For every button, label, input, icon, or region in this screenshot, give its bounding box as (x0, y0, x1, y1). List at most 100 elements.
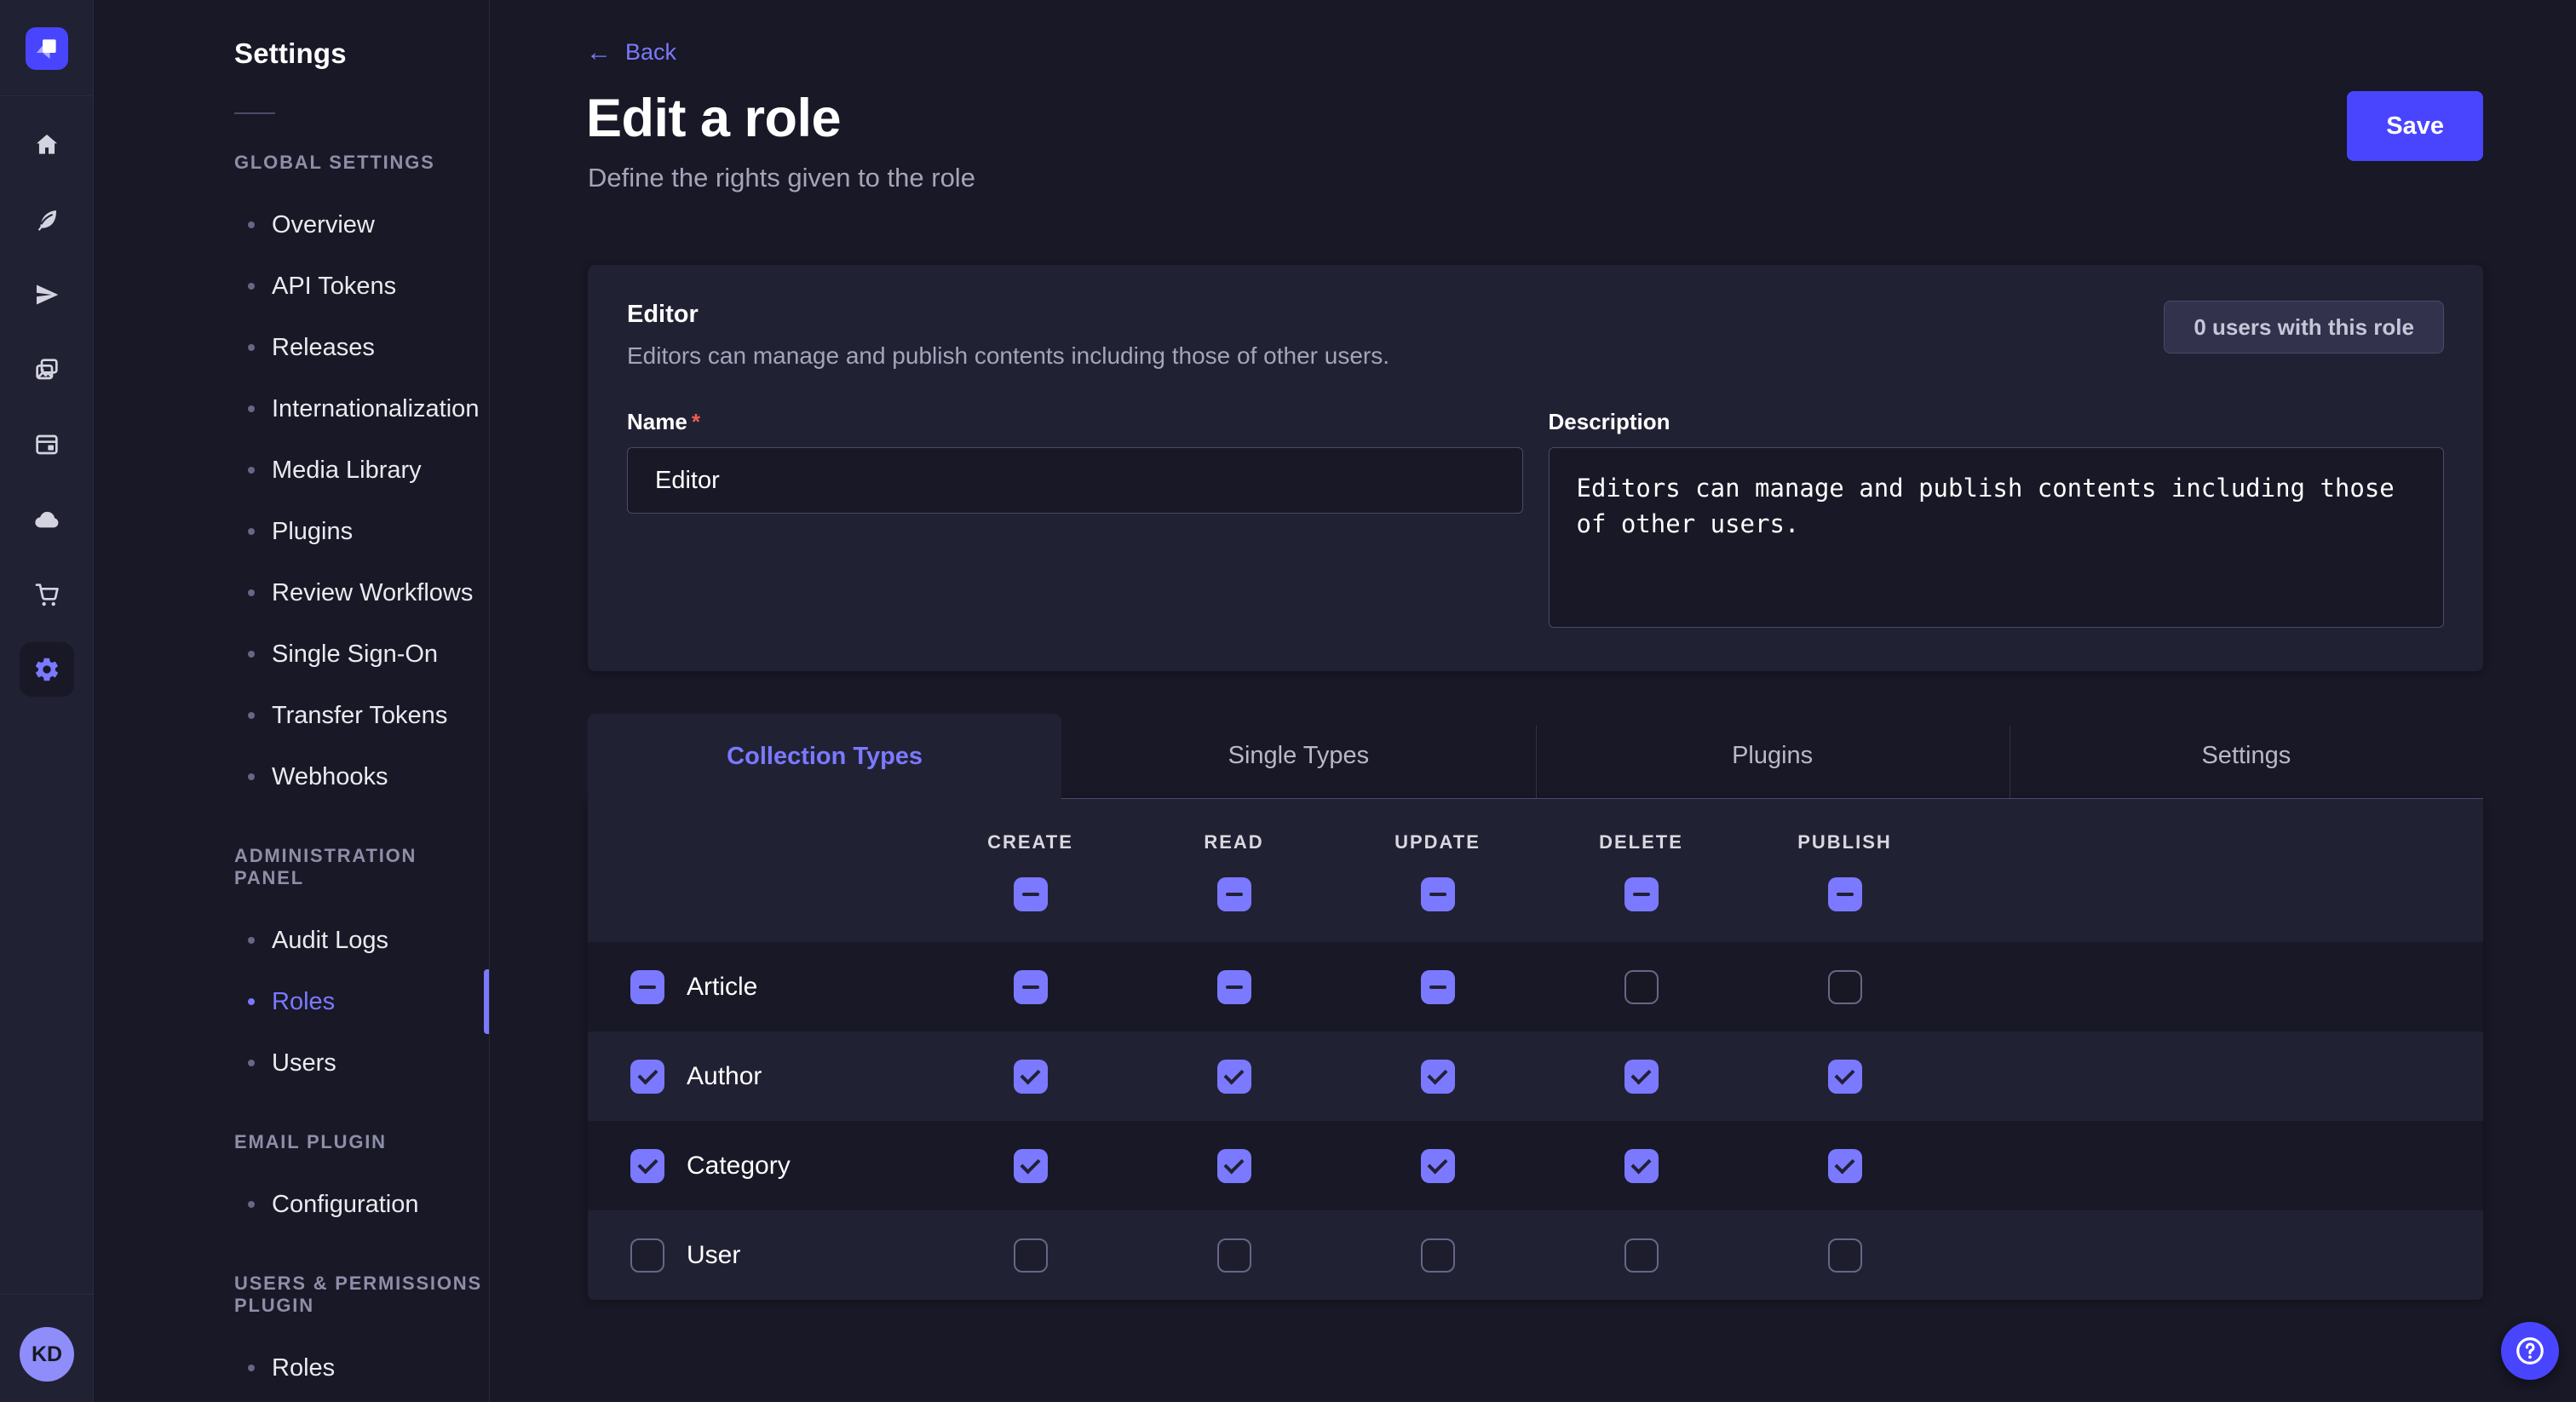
category-create-checkbox[interactable] (1014, 1149, 1048, 1183)
page-subtitle: Define the rights given to the role (588, 163, 2576, 193)
sidebar-item-configuration[interactable]: Configuration (95, 1174, 489, 1235)
bullet-icon (248, 712, 255, 719)
article-read-checkbox[interactable] (1217, 970, 1251, 1004)
user-update-checkbox[interactable] (1421, 1238, 1455, 1273)
permissions-tab-bar: Collection Types Single Types Plugins Se… (588, 714, 2483, 799)
question-mark-icon (2514, 1335, 2546, 1367)
role-description-textarea[interactable]: Editors can manage and publish contents … (1549, 447, 2445, 628)
select-all-read-checkbox[interactable] (1217, 877, 1251, 911)
sidebar-item-api-tokens[interactable]: API Tokens (95, 256, 489, 317)
content-type-builder-feather-icon[interactable] (20, 192, 74, 247)
table-row-author: Author (588, 1031, 2483, 1121)
section-label-administration-panel: ADMINISTRATION PANEL (234, 845, 489, 889)
row-checkbox-user[interactable] (630, 1238, 664, 1273)
settings-gear-icon[interactable] (20, 642, 74, 697)
user-create-checkbox[interactable] (1014, 1238, 1048, 1273)
column-header-create: CREATE (987, 831, 1073, 853)
author-update-checkbox[interactable] (1421, 1060, 1455, 1094)
sidebar-item-up-roles[interactable]: Roles (95, 1337, 489, 1399)
author-create-checkbox[interactable] (1014, 1060, 1048, 1094)
sidebar-item-review-workflows[interactable]: Review Workflows (95, 562, 489, 623)
tab-collection-types[interactable]: Collection Types (588, 714, 1061, 799)
active-item-indicator (484, 969, 489, 1034)
user-delete-checkbox[interactable] (1624, 1238, 1659, 1273)
bullet-icon (248, 937, 255, 944)
sidebar-item-media-library[interactable]: Media Library (95, 440, 489, 501)
media-library-icon[interactable] (20, 342, 74, 397)
help-button[interactable] (2501, 1322, 2559, 1380)
sidebar-item-single-sign-on[interactable]: Single Sign-On (95, 623, 489, 685)
row-checkbox-category[interactable] (630, 1149, 664, 1183)
sidebar-item-releases[interactable]: Releases (95, 317, 489, 378)
row-label-author: Author (687, 1062, 762, 1091)
role-name-input[interactable] (627, 447, 1523, 514)
purchases-cart-icon[interactable] (20, 567, 74, 622)
select-all-delete-checkbox[interactable] (1624, 877, 1659, 911)
author-publish-checkbox[interactable] (1828, 1060, 1862, 1094)
sidebar-item-users[interactable]: Users (95, 1032, 489, 1094)
sidebar-item-audit-logs[interactable]: Audit Logs (95, 910, 489, 971)
sidebar-item-overview[interactable]: Overview (95, 194, 489, 256)
sidebar-item-providers[interactable]: Providers (95, 1399, 489, 1402)
sidebar-item-transfer-tokens[interactable]: Transfer Tokens (95, 685, 489, 746)
category-delete-checkbox[interactable] (1624, 1149, 1659, 1183)
user-publish-checkbox[interactable] (1828, 1238, 1862, 1273)
category-read-checkbox[interactable] (1217, 1149, 1251, 1183)
bullet-icon (248, 283, 255, 290)
deploy-send-icon[interactable] (20, 267, 74, 322)
save-button[interactable]: Save (2347, 91, 2483, 161)
page-title: Edit a role (586, 88, 2576, 149)
sidebar-title: Settings (234, 37, 489, 70)
role-name-heading: Editor (627, 301, 1389, 329)
tab-single-types[interactable]: Single Types (1061, 714, 1535, 799)
settings-sidebar: Settings GLOBAL SETTINGS Overview API To… (95, 0, 490, 1402)
tab-settings[interactable]: Settings (2010, 714, 2483, 799)
row-checkbox-author[interactable] (630, 1060, 664, 1094)
home-icon[interactable] (20, 118, 74, 172)
row-label-article: Article (687, 973, 757, 1002)
column-header-publish: PUBLISH (1797, 831, 1892, 853)
article-create-checkbox[interactable] (1014, 970, 1048, 1004)
category-publish-checkbox[interactable] (1828, 1149, 1862, 1183)
tab-plugins[interactable]: Plugins (1536, 714, 2010, 799)
select-all-create-checkbox[interactable] (1014, 877, 1048, 911)
bullet-icon (248, 528, 255, 535)
article-update-checkbox[interactable] (1421, 970, 1455, 1004)
bullet-icon (248, 467, 255, 474)
section-label-global-settings: GLOBAL SETTINGS (234, 152, 489, 174)
bullet-icon (248, 344, 255, 351)
table-row-article: Article (588, 942, 2483, 1031)
user-avatar[interactable]: KD (20, 1327, 74, 1382)
author-read-checkbox[interactable] (1217, 1060, 1251, 1094)
required-asterisk: * (692, 409, 700, 435)
category-update-checkbox[interactable] (1421, 1149, 1455, 1183)
description-field-label: Description (1549, 409, 1670, 435)
sidebar-item-roles-active[interactable]: Roles (95, 971, 489, 1032)
users-with-role-button[interactable]: 0 users with this role (2164, 301, 2444, 353)
cloud-icon[interactable] (20, 492, 74, 547)
bullet-icon (248, 405, 255, 412)
marketplace-layout-icon[interactable] (20, 417, 74, 472)
back-link[interactable]: ← Back (586, 39, 676, 66)
bullet-icon (248, 589, 255, 596)
select-all-publish-checkbox[interactable] (1828, 877, 1862, 911)
rail-divider (0, 95, 93, 96)
permissions-table-header: CREATE READ UPDATE DELETE PUBLISH (588, 799, 2483, 942)
sidebar-item-plugins[interactable]: Plugins (95, 501, 489, 562)
sidebar-title-divider (234, 112, 275, 114)
article-publish-checkbox[interactable] (1828, 970, 1862, 1004)
article-delete-checkbox[interactable] (1624, 970, 1659, 1004)
role-description-text: Editors can manage and publish contents … (627, 342, 1389, 370)
select-all-update-checkbox[interactable] (1421, 877, 1455, 911)
user-read-checkbox[interactable] (1217, 1238, 1251, 1273)
sidebar-item-webhooks[interactable]: Webhooks (95, 746, 489, 807)
main-content: ← Back Edit a role Define the rights giv… (490, 0, 2576, 1402)
back-label: Back (625, 39, 676, 66)
strapi-logo[interactable] (26, 27, 68, 70)
section-label-users-permissions-plugin: USERS & PERMISSIONS PLUGIN (234, 1273, 489, 1317)
rail-bottom-divider (0, 1294, 93, 1295)
row-checkbox-article[interactable] (630, 970, 664, 1004)
author-delete-checkbox[interactable] (1624, 1060, 1659, 1094)
sidebar-item-internationalization[interactable]: Internationalization (95, 378, 489, 440)
bullet-icon (248, 221, 255, 228)
